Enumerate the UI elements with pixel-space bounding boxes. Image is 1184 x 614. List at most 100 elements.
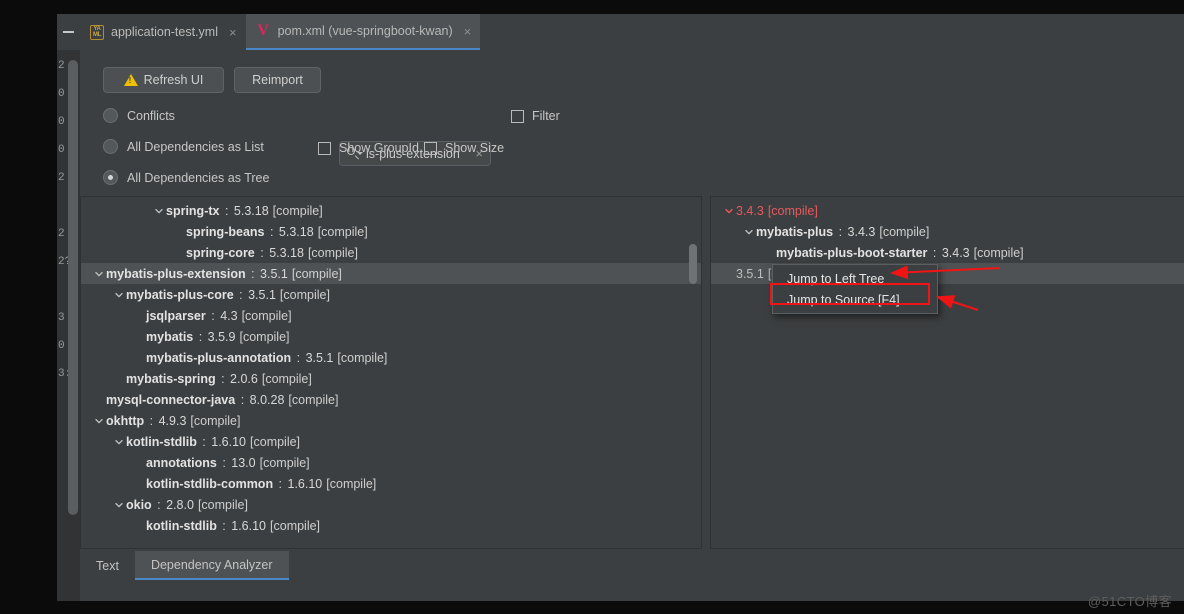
- artifact-id: mybatis: [146, 330, 193, 344]
- version: 5.3.18: [234, 204, 269, 218]
- tab-text[interactable]: Text: [80, 551, 135, 580]
- scope: [compile]: [326, 477, 376, 491]
- checkbox-filter[interactable]: Filter: [511, 109, 560, 123]
- editor-scrollbar[interactable]: [68, 60, 78, 515]
- separator: :: [219, 519, 229, 533]
- scope: [compile]: [273, 204, 323, 218]
- radio-label: All Dependencies as List: [127, 140, 264, 154]
- scope: [compile]: [190, 414, 240, 428]
- editor-bottom-tab-bar: Text Dependency Analyzer: [80, 551, 1184, 580]
- version: 3.5.1: [306, 351, 334, 365]
- tree-row-label: mybatis-plus-boot-starter : 3.4.3[compil…: [776, 246, 1024, 260]
- tree-row[interactable]: mybatis-plus-extension : 3.5.1[compile]: [81, 263, 701, 284]
- checkbox-show-size[interactable]: Show Size: [424, 141, 504, 155]
- editor-tab-application-test-yml[interactable]: YAML application-test.yml ×: [80, 14, 246, 50]
- chevron-down-icon[interactable]: [111, 500, 126, 510]
- scope: [compile]: [768, 204, 818, 218]
- radio-conflicts[interactable]: Conflicts: [103, 108, 175, 123]
- radio-all-dependencies-as-list[interactable]: All Dependencies as List: [103, 139, 264, 154]
- separator: :: [218, 372, 228, 386]
- chevron-down-icon[interactable]: [721, 206, 736, 216]
- chevron-down-icon[interactable]: [151, 206, 166, 216]
- radio-label: All Dependencies as Tree: [127, 171, 269, 185]
- context-menu-item-jump-to-left-tree[interactable]: Jump to Left Tree: [773, 268, 937, 289]
- tree-row[interactable]: mybatis-spring : 2.0.6[compile]: [81, 368, 701, 389]
- dependency-analyzer-toolbar: Refresh UI Reimport Conflicts All Depend…: [80, 50, 1184, 196]
- version: 2.8.0: [166, 498, 194, 512]
- maven-icon: V: [256, 24, 271, 39]
- tree-row[interactable]: okio : 2.8.0[compile]: [81, 494, 701, 515]
- right-dependency-tree-panel[interactable]: 3.4.3[compile]mybatis-plus : 3.4.3[compi…: [710, 196, 1184, 549]
- separator: :: [154, 498, 164, 512]
- radio-all-dependencies-as-tree[interactable]: All Dependencies as Tree: [103, 170, 269, 185]
- tree-row-label: mybatis-plus : 3.4.3[compile]: [756, 225, 929, 239]
- reimport-button[interactable]: Reimport: [234, 67, 321, 93]
- tree-row[interactable]: annotations : 13.0[compile]: [81, 452, 701, 473]
- checkbox-show-groupid[interactable]: Show GroupId: [318, 141, 419, 155]
- tree-row-label: okhttp : 4.9.3[compile]: [106, 414, 240, 428]
- left-dependency-tree[interactable]: spring-tx : 5.3.18[compile]spring-beans …: [81, 200, 701, 536]
- tree-row[interactable]: kotlin-stdlib : 1.6.10[compile]: [81, 515, 701, 536]
- version: 3.4.3: [942, 246, 970, 260]
- artifact-id: kotlin-stdlib-common: [146, 477, 273, 491]
- artifact-id: jsqlparser: [146, 309, 206, 323]
- artifact-id: mybatis-plus: [756, 225, 833, 239]
- separator: :: [275, 477, 285, 491]
- chevron-down-icon[interactable]: [91, 269, 106, 279]
- context-menu[interactable]: Jump to Left Tree Jump to Source [F4]: [772, 264, 938, 314]
- tree-row[interactable]: spring-core : 5.3.18[compile]: [81, 242, 701, 263]
- version: 13.0: [231, 456, 255, 470]
- tree-row-label: 3.4.3 [compile]: [736, 204, 818, 218]
- version: 3.4.3: [736, 204, 764, 218]
- editor-tab-pom-xml[interactable]: V pom.xml (vue-springboot-kwan) ×: [246, 14, 481, 50]
- checkbox-indicator: [424, 142, 437, 155]
- tree-row[interactable]: mybatis-plus-annotation : 3.5.1[compile]: [81, 347, 701, 368]
- version: 1.6.10: [288, 477, 323, 491]
- left-tree-scrollbar[interactable]: [689, 244, 697, 284]
- tree-row[interactable]: spring-tx : 5.3.18[compile]: [81, 200, 701, 221]
- context-menu-item-jump-to-source[interactable]: Jump to Source [F4]: [773, 289, 937, 310]
- tree-row[interactable]: spring-beans : 5.3.18[compile]: [81, 221, 701, 242]
- close-icon[interactable]: ×: [229, 26, 237, 39]
- checkbox-indicator: [318, 142, 331, 155]
- tree-row-label: mybatis : 3.5.9[compile]: [146, 330, 290, 344]
- minimize-button[interactable]: [57, 14, 80, 50]
- scope: [compile]: [974, 246, 1024, 260]
- tree-row[interactable]: okhttp : 4.9.3[compile]: [81, 410, 701, 431]
- artifact-id: kotlin-stdlib: [146, 519, 217, 533]
- artifact-id: mysql-connector-java: [106, 393, 235, 407]
- editor-tab-label: pom.xml (vue-springboot-kwan): [278, 24, 453, 38]
- tree-row[interactable]: jsqlparser : 4.3[compile]: [81, 305, 701, 326]
- tree-row-label: spring-tx : 5.3.18[compile]: [166, 204, 323, 218]
- tree-row[interactable]: mybatis-plus : 3.4.3[compile]: [711, 221, 1184, 242]
- refresh-ui-button[interactable]: Refresh UI: [103, 67, 224, 93]
- left-dependency-tree-panel[interactable]: spring-tx : 5.3.18[compile]spring-beans …: [80, 196, 702, 549]
- separator: :: [257, 246, 267, 260]
- tab-label: Dependency Analyzer: [151, 558, 273, 572]
- version: 3.5.9: [208, 330, 236, 344]
- tree-row[interactable]: kotlin-stdlib-common : 1.6.10[compile]: [81, 473, 701, 494]
- tab-label: Text: [96, 559, 119, 573]
- tree-row-label: spring-beans : 5.3.18[compile]: [186, 225, 368, 239]
- close-icon[interactable]: ×: [464, 25, 472, 38]
- tree-row[interactable]: mysql-connector-java : 8.0.28[compile]: [81, 389, 701, 410]
- editor-tab-label: application-test.yml: [111, 25, 218, 39]
- chevron-down-icon[interactable]: [91, 416, 106, 426]
- tree-row[interactable]: 3.4.3 [compile]: [711, 200, 1184, 221]
- tree-row[interactable]: mybatis-plus-boot-starter : 3.4.3[compil…: [711, 242, 1184, 263]
- checkbox-indicator: [511, 110, 524, 123]
- tab-dependency-analyzer[interactable]: Dependency Analyzer: [135, 551, 289, 580]
- artifact-id: okio: [126, 498, 152, 512]
- version: 8.0.28: [250, 393, 285, 407]
- separator: :: [929, 246, 939, 260]
- separator: :: [835, 225, 845, 239]
- scope: [compile]: [308, 246, 358, 260]
- separator: :: [219, 456, 229, 470]
- tree-row[interactable]: mybatis : 3.5.9[compile]: [81, 326, 701, 347]
- chevron-down-icon[interactable]: [111, 437, 126, 447]
- chevron-down-icon[interactable]: [741, 227, 756, 237]
- tree-row[interactable]: kotlin-stdlib : 1.6.10[compile]: [81, 431, 701, 452]
- chevron-down-icon[interactable]: [111, 290, 126, 300]
- tree-row[interactable]: mybatis-plus-core : 3.5.1[compile]: [81, 284, 701, 305]
- radio-label: Conflicts: [127, 109, 175, 123]
